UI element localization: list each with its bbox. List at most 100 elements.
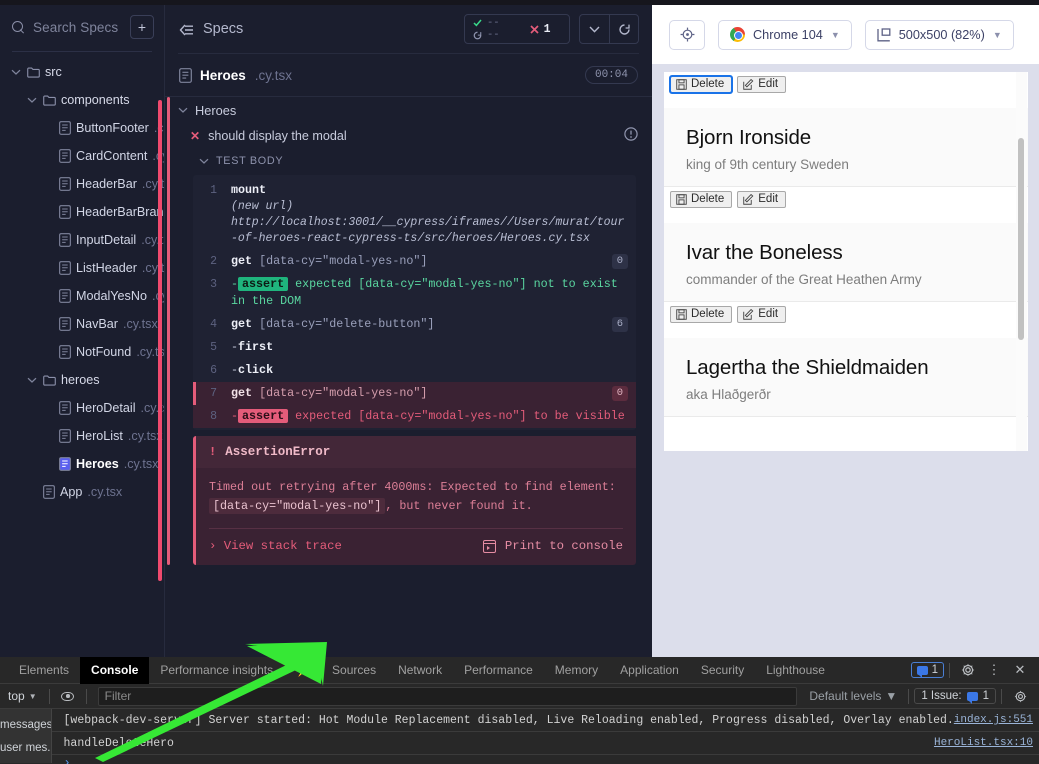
tree-file-HeaderBar[interactable]: HeaderBar.cy.tsx — [0, 170, 177, 198]
console-message-text: [webpack-dev-server] Server started: Hot… — [63, 713, 954, 727]
sidebar-scrollbar[interactable] — [158, 100, 162, 581]
tree-item-label: HeroList — [76, 429, 123, 443]
chevron-down-icon[interactable] — [10, 66, 22, 78]
console-filter-input[interactable]: Filter — [97, 686, 798, 706]
file-icon — [59, 401, 71, 415]
command-number: 1 — [210, 184, 217, 197]
tree-file-NotFound[interactable]: NotFound .cy.tsx — [0, 338, 171, 366]
command-log-entry[interactable]: 7 get [data-cy="modal-yes-no"] 0 — [193, 382, 636, 405]
tree-file-ListHeader[interactable]: ListHeader.cy.tsx — [0, 254, 177, 282]
console-message-row[interactable]: [webpack-dev-server] Server started: Hot… — [51, 709, 1039, 732]
devtools-tab-sources[interactable]: Sources — [321, 657, 387, 684]
command-log-entry[interactable]: 2 get [data-cy="modal-yes-no"] 0 — [193, 250, 636, 273]
chevron-down-icon[interactable] — [26, 94, 38, 106]
console-message-source[interactable]: HeroList.tsx:10 — [934, 737, 1033, 749]
more-options-icon[interactable]: ⋮ — [981, 658, 1007, 682]
view-stack-trace-button[interactable]: › View stack trace — [209, 539, 342, 553]
restart-icon[interactable] — [609, 15, 638, 43]
chevron-down-icon[interactable] — [26, 374, 38, 386]
tree-file-NavBar[interactable]: NavBar .cy.tsx — [0, 310, 164, 338]
hero-card[interactable]: Ivar the Boneless commander of the Great … — [664, 223, 1028, 302]
back-to-specs-icon[interactable] — [179, 23, 194, 36]
devtools-tab-performance[interactable]: Performance — [453, 657, 544, 684]
delete-button[interactable]: Delete — [670, 191, 733, 208]
suite-title-row[interactable]: Heroes — [165, 97, 652, 123]
print-to-console-button[interactable]: Print to console — [482, 539, 623, 553]
test-body-header[interactable]: TEST BODY — [165, 149, 652, 173]
console-sidebar[interactable]: messages user mes... — [0, 709, 52, 763]
issues-badge[interactable]: 1 Issue: 1 — [914, 688, 996, 704]
app-scrollbar-thumb[interactable] — [1018, 138, 1024, 340]
tree-file-CardContent[interactable]: CardContent.cy... — [0, 142, 178, 170]
browser-selector-button[interactable]: Chrome 104 ▼ — [718, 19, 852, 50]
app-scrollbar-track[interactable] — [1016, 72, 1027, 451]
command-number: 4 — [210, 318, 217, 331]
tree-file-App[interactable]: App .cy.tsx — [0, 478, 164, 506]
delete-label: Delete — [691, 78, 725, 90]
file-icon — [59, 345, 71, 359]
tree-file-InputDetail[interactable]: InputDetail.cy.tsx — [0, 226, 176, 254]
tree-folder-src[interactable]: src — [0, 58, 164, 86]
error-title: AssertionError — [225, 445, 331, 459]
command-log-entry[interactable]: 3 - assert expected [data-cy="modal-yes-no… — [193, 273, 636, 313]
viewport-selector-button[interactable]: 500x500 (82%) ▼ — [864, 19, 1014, 50]
devtools-tab-[interactable]: ⚡ — [284, 657, 321, 684]
spec-file-icon — [179, 68, 192, 83]
hero-card[interactable]: Bjorn Ironside king of 9th century Sweden — [664, 108, 1028, 187]
hero-card[interactable]: Lagertha the Shieldmaiden aka Hlaðgerðr — [664, 338, 1028, 417]
selector-playground-button[interactable] — [669, 19, 705, 50]
add-spec-button[interactable]: + — [130, 15, 154, 39]
command-log-entry[interactable]: 8 - assert expected [data-cy="modal-yes-no… — [193, 405, 636, 428]
tree-file-HeroList[interactable]: HeroList .cy.tsx — [0, 422, 164, 450]
chrome-icon — [730, 27, 745, 42]
command-log-entry[interactable]: 1 mount (new url) http://localhost:3001/_… — [193, 179, 636, 250]
browser-label: Chrome 104 — [753, 27, 823, 42]
error-actions: › View stack trace Print to console — [196, 529, 636, 565]
console-sidebar-item[interactable]: messages — [0, 713, 51, 736]
console-message-row[interactable]: handleDeleteHero HeroList.tsx:10 — [51, 732, 1039, 755]
devtools-tab-network[interactable]: Network — [387, 657, 453, 684]
close-icon[interactable]: ✕ — [1007, 658, 1033, 682]
delete-button[interactable]: Delete — [670, 306, 733, 323]
search-input[interactable]: Search Specs — [33, 20, 122, 35]
edit-button[interactable]: Edit — [737, 76, 787, 93]
test-title-row[interactable]: ✕ should display the modal — [165, 123, 652, 149]
console-prompt[interactable]: › — [52, 755, 1039, 764]
alert-circle-icon[interactable] — [624, 126, 638, 146]
log-levels-selector[interactable]: Default levels ▼ — [803, 689, 903, 703]
devtools-tab-lighthouse[interactable]: Lighthouse — [755, 657, 836, 684]
edit-button[interactable]: Edit — [737, 191, 787, 208]
chevron-down-icon — [199, 158, 209, 164]
edit-button[interactable]: Edit — [737, 306, 787, 323]
delete-button[interactable]: Delete — [668, 75, 734, 94]
console-sidebar-toggle-icon[interactable] — [55, 684, 81, 708]
tree-file-Heroes[interactable]: Heroes .cy.tsx — [0, 450, 164, 478]
reporter-header: Specs -- -- 1 — [165, 5, 652, 53]
tree-file-ModalYesNo[interactable]: ModalYesNo.cy... — [0, 282, 178, 310]
tree-folder-heroes[interactable]: heroes — [0, 366, 164, 394]
tree-file-HeroDetail[interactable]: HeroDetail.cy.tsx — [0, 394, 175, 422]
tree-file-HeaderBarBran...[interactable]: HeaderBarBran... — [0, 198, 174, 226]
search-specs-row[interactable]: Search Specs + — [0, 5, 164, 49]
console-message-source[interactable]: index.js:551 — [954, 714, 1033, 726]
command-log-entry[interactable]: 6 -click — [193, 359, 636, 382]
message-icon — [966, 691, 978, 704]
console-context-selector[interactable]: top ▼ — [8, 689, 44, 703]
chevron-down-icon[interactable] — [580, 15, 609, 43]
message-count-badge[interactable]: 1 — [910, 662, 944, 678]
tree-file-ButtonFooter[interactable]: ButtonFooter.c... — [0, 114, 174, 142]
tree-item-label: HeroDetail — [76, 401, 136, 415]
tree-folder-components[interactable]: components — [0, 86, 164, 114]
console-settings-gear-icon[interactable] — [1007, 684, 1033, 708]
command-log-entry[interactable]: 4 get [data-cy="delete-button"] 6 — [193, 313, 636, 336]
gear-icon[interactable] — [955, 658, 981, 682]
devtools-tab-console[interactable]: Console — [80, 656, 150, 684]
console-sidebar-item[interactable]: user mes... — [0, 736, 51, 759]
command-log-entry[interactable]: 5 -first — [193, 336, 636, 359]
devtools-tab-performance-insights[interactable]: Performance insights — [149, 657, 284, 684]
devtools-tab-security[interactable]: Security — [690, 657, 755, 684]
app-iframe[interactable]: Delete Edit Bjorn Ironside king of 9th cent… — [664, 72, 1028, 451]
devtools-tab-elements[interactable]: Elements — [8, 657, 80, 684]
devtools-tab-application[interactable]: Application — [609, 657, 690, 684]
devtools-tab-memory[interactable]: Memory — [544, 657, 609, 684]
